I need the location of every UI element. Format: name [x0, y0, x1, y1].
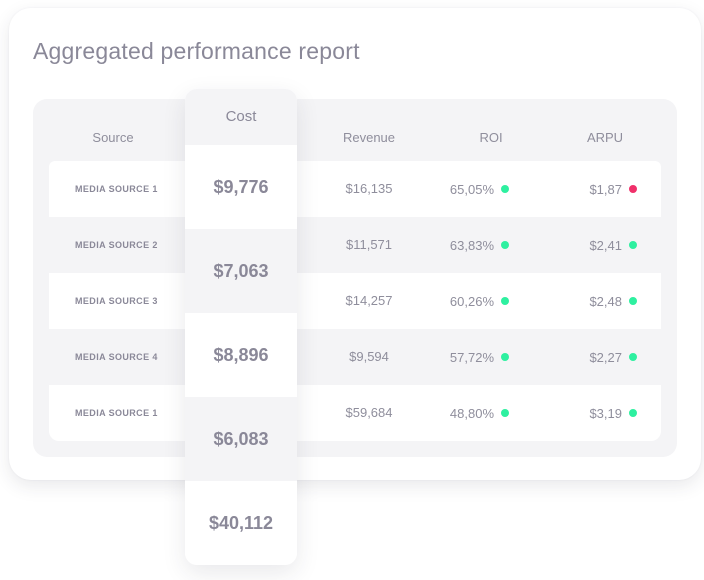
- column-header-cost[interactable]: Cost: [185, 89, 297, 145]
- roi-cell: 60,26%: [450, 273, 509, 329]
- status-dot-icon: [629, 297, 637, 305]
- roi-value: 63,83%: [449, 237, 494, 253]
- cost-value: $9,776: [185, 145, 297, 229]
- revenue-value: $9,594: [349, 349, 389, 364]
- cost-column: Cost $9,776 $7,063 $8,896 $6,083 $40,112: [185, 89, 297, 565]
- table-row[interactable]: MEDIA SOURCE 1 $59,684 48,80% $3,19: [49, 385, 661, 441]
- source-name: MEDIA SOURCE 2: [75, 240, 158, 250]
- status-dot-icon: [629, 353, 637, 361]
- roi-value: 65,05%: [449, 181, 494, 197]
- table-row[interactable]: MEDIA SOURCE 3 $14,257 60,26% $2,48: [49, 273, 661, 329]
- status-dot-icon: [501, 353, 509, 361]
- roi-cell: 57,72%: [450, 329, 509, 385]
- revenue-value: $16,135: [345, 181, 393, 196]
- source-name: MEDIA SOURCE 1: [75, 408, 158, 418]
- arpu-value: $3,19: [589, 405, 622, 421]
- roi-value: 57,72%: [449, 349, 494, 365]
- status-dot-icon: [501, 185, 509, 193]
- source-name: MEDIA SOURCE 1: [75, 184, 158, 194]
- arpu-cell: $2,48: [589, 273, 637, 329]
- status-dot-icon: [501, 297, 509, 305]
- source-name: MEDIA SOURCE 3: [75, 296, 158, 306]
- cost-value: $6,083: [185, 397, 297, 481]
- table-row[interactable]: MEDIA SOURCE 4 $9,594 57,72% $2,27: [49, 329, 661, 385]
- status-dot-icon: [501, 241, 509, 249]
- status-dot-icon: [629, 241, 637, 249]
- report-stage: Aggregated performance report Source Rev…: [0, 0, 704, 580]
- revenue-value: $14,257: [345, 293, 393, 308]
- revenue-value: $59,684: [345, 405, 393, 420]
- arpu-value: $2,27: [589, 349, 622, 365]
- roi-cell: 65,05%: [450, 161, 509, 217]
- arpu-cell: $2,41: [589, 217, 637, 273]
- arpu-cell: $2,27: [589, 329, 637, 385]
- column-header-source[interactable]: Source: [92, 130, 133, 145]
- roi-cell: 48,80%: [450, 385, 509, 441]
- roi-value: 48,80%: [449, 405, 494, 421]
- arpu-value: $2,41: [589, 237, 622, 253]
- status-dot-icon: [629, 185, 637, 193]
- table-row[interactable]: MEDIA SOURCE 1 $16,135 65,05% $1,87: [49, 161, 661, 217]
- cost-value: $7,063: [185, 229, 297, 313]
- column-header-arpu[interactable]: ARPU: [587, 130, 623, 145]
- arpu-cell: $1,87: [589, 161, 637, 217]
- roi-cell: 63,83%: [450, 217, 509, 273]
- roi-value: 60,26%: [449, 293, 494, 309]
- cost-value: $8,896: [185, 313, 297, 397]
- status-dot-icon: [501, 409, 509, 417]
- cost-total: $40,112: [185, 481, 297, 565]
- source-name: MEDIA SOURCE 4: [75, 352, 158, 362]
- arpu-cell: $3,19: [589, 385, 637, 441]
- status-dot-icon: [629, 409, 637, 417]
- column-header-revenue[interactable]: Revenue: [343, 130, 395, 145]
- column-header-roi[interactable]: ROI: [479, 130, 502, 145]
- page-title: Aggregated performance report: [33, 38, 360, 64]
- revenue-value: $11,571: [345, 237, 393, 252]
- arpu-value: $2,48: [589, 293, 622, 309]
- arpu-value: $1,87: [589, 181, 622, 197]
- table-row[interactable]: MEDIA SOURCE 2 $11,571 63,83% $2,41: [49, 217, 661, 273]
